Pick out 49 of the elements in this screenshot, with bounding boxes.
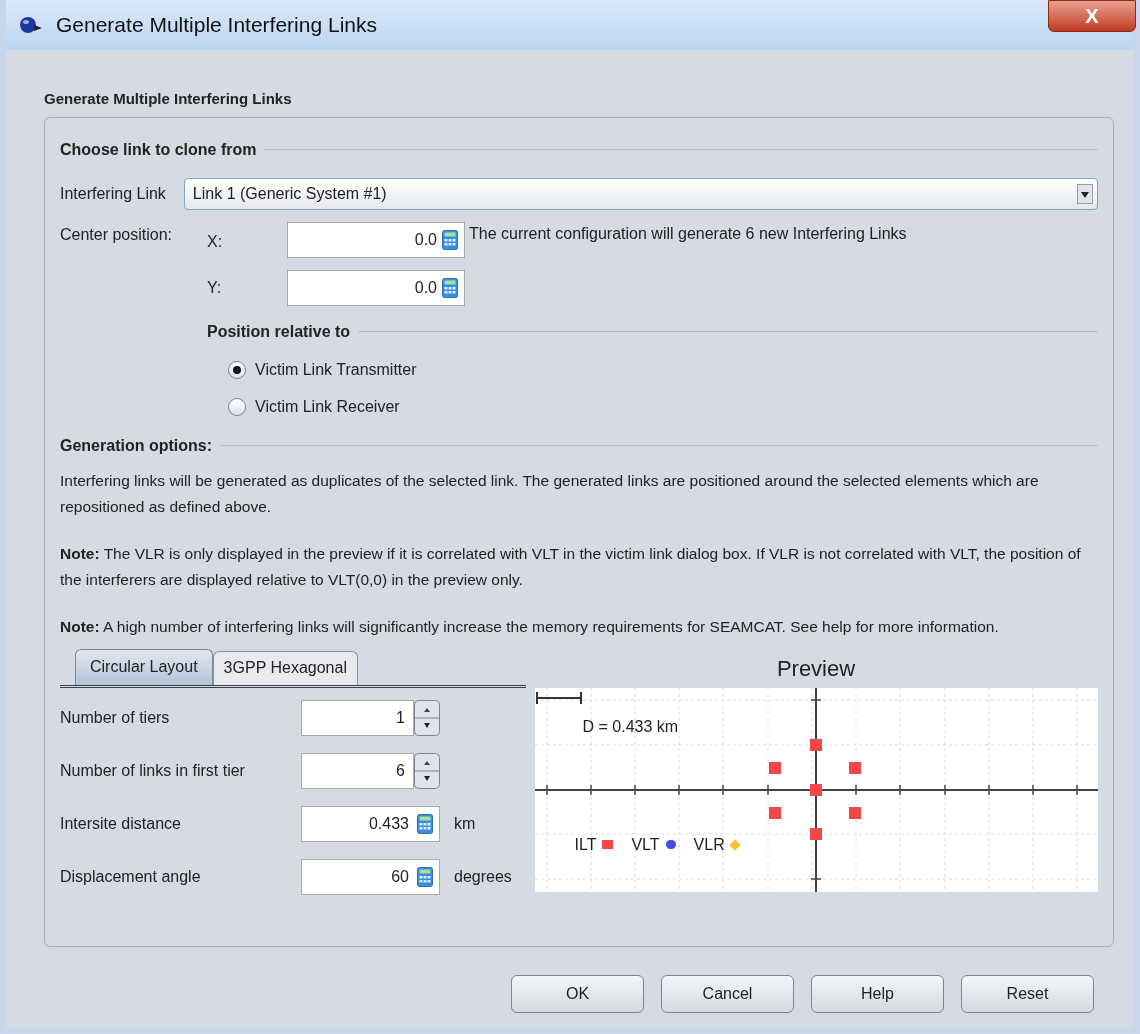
calculator-icon[interactable] — [417, 813, 433, 834]
unit-label: degrees — [454, 866, 512, 887]
spinner-field[interactable]: 1 — [301, 699, 414, 736]
x-field[interactable]: 0.0 — [287, 221, 465, 258]
description-text: Interfering links will be generated as duplicates of the selected link. The generated links are positioned around the selected elements which are repositioned as defined above. — [60, 470, 1040, 517]
unit-label: km — [454, 813, 476, 834]
description-text: Note: The VLR is only displayed in the preview if it is correlated with VLT in the victim link dialog box. If VLR is not correlated with VLT, the position of the interferers are displayed relative to VLT(0,0) in the preview only. — [60, 543, 1082, 590]
group-title: Generate Multiple Interfering Links — [44, 89, 293, 109]
calculator-icon[interactable] — [417, 866, 433, 887]
number-field[interactable]: 60 — [301, 858, 440, 895]
field-label: Y: — [207, 277, 223, 298]
field-label: Number of tiers — [60, 707, 171, 728]
y-field[interactable]: 0.0 — [287, 269, 465, 306]
calculator-icon[interactable] — [442, 277, 458, 298]
legend-label: ILT — [574, 834, 597, 855]
preview-title: Preview — [776, 654, 856, 683]
field-label: Displacement angle — [60, 866, 202, 887]
dialog-button[interactable]: Cancel — [661, 974, 794, 1013]
spinner-arrows-icon[interactable] — [414, 752, 440, 789]
legend-label: VLT — [631, 834, 660, 855]
app-icon — [18, 15, 44, 35]
info-text: The current configuration will generate 6 new Interfering Links — [469, 223, 907, 244]
radio-button[interactable] — [228, 360, 246, 379]
tab[interactable]: 3GPP Hexagonal — [212, 650, 358, 685]
field-label: Number of links in first tier — [60, 760, 246, 781]
radio-option[interactable]: Victim Link Receiver — [228, 394, 1098, 419]
section-heading: Position relative to — [207, 321, 351, 342]
spinner-field[interactable]: 6 — [301, 752, 414, 789]
field-label: Interfering Link — [60, 183, 166, 204]
radio-button[interactable] — [228, 397, 246, 416]
scale-bar — [535, 690, 582, 705]
legend-label: VLR — [693, 834, 725, 855]
link-dropdown[interactable]: Link 1 (Generic System #1) — [183, 177, 1098, 210]
section-heading: Generation options: — [60, 435, 212, 456]
section-heading: Choose link to clone from — [60, 139, 257, 160]
scale-label: D = 0.433 km — [582, 716, 679, 737]
tab[interactable]: Circular Layout — [75, 648, 213, 685]
description-text: Note: A high number of interfering links will significantly increase the memory requirements for SEAMCAT. See help for more information. — [60, 616, 1000, 637]
spinner-arrows-icon[interactable] — [414, 699, 440, 736]
window-title: Generate Multiple Interfering Links — [56, 12, 377, 39]
radio-option[interactable]: Victim Link Transmitter — [228, 357, 1098, 382]
number-field[interactable]: 0.433 — [301, 805, 440, 842]
dialog-button[interactable]: Help — [811, 974, 944, 1013]
field-label: Center position: — [60, 224, 174, 245]
dialog-button[interactable]: Reset — [961, 974, 1094, 1013]
field-label: X: — [207, 231, 224, 252]
dialog-button[interactable]: OK — [511, 974, 644, 1013]
calculator-icon[interactable] — [442, 229, 458, 250]
field-label: Intersite distance — [60, 813, 182, 834]
